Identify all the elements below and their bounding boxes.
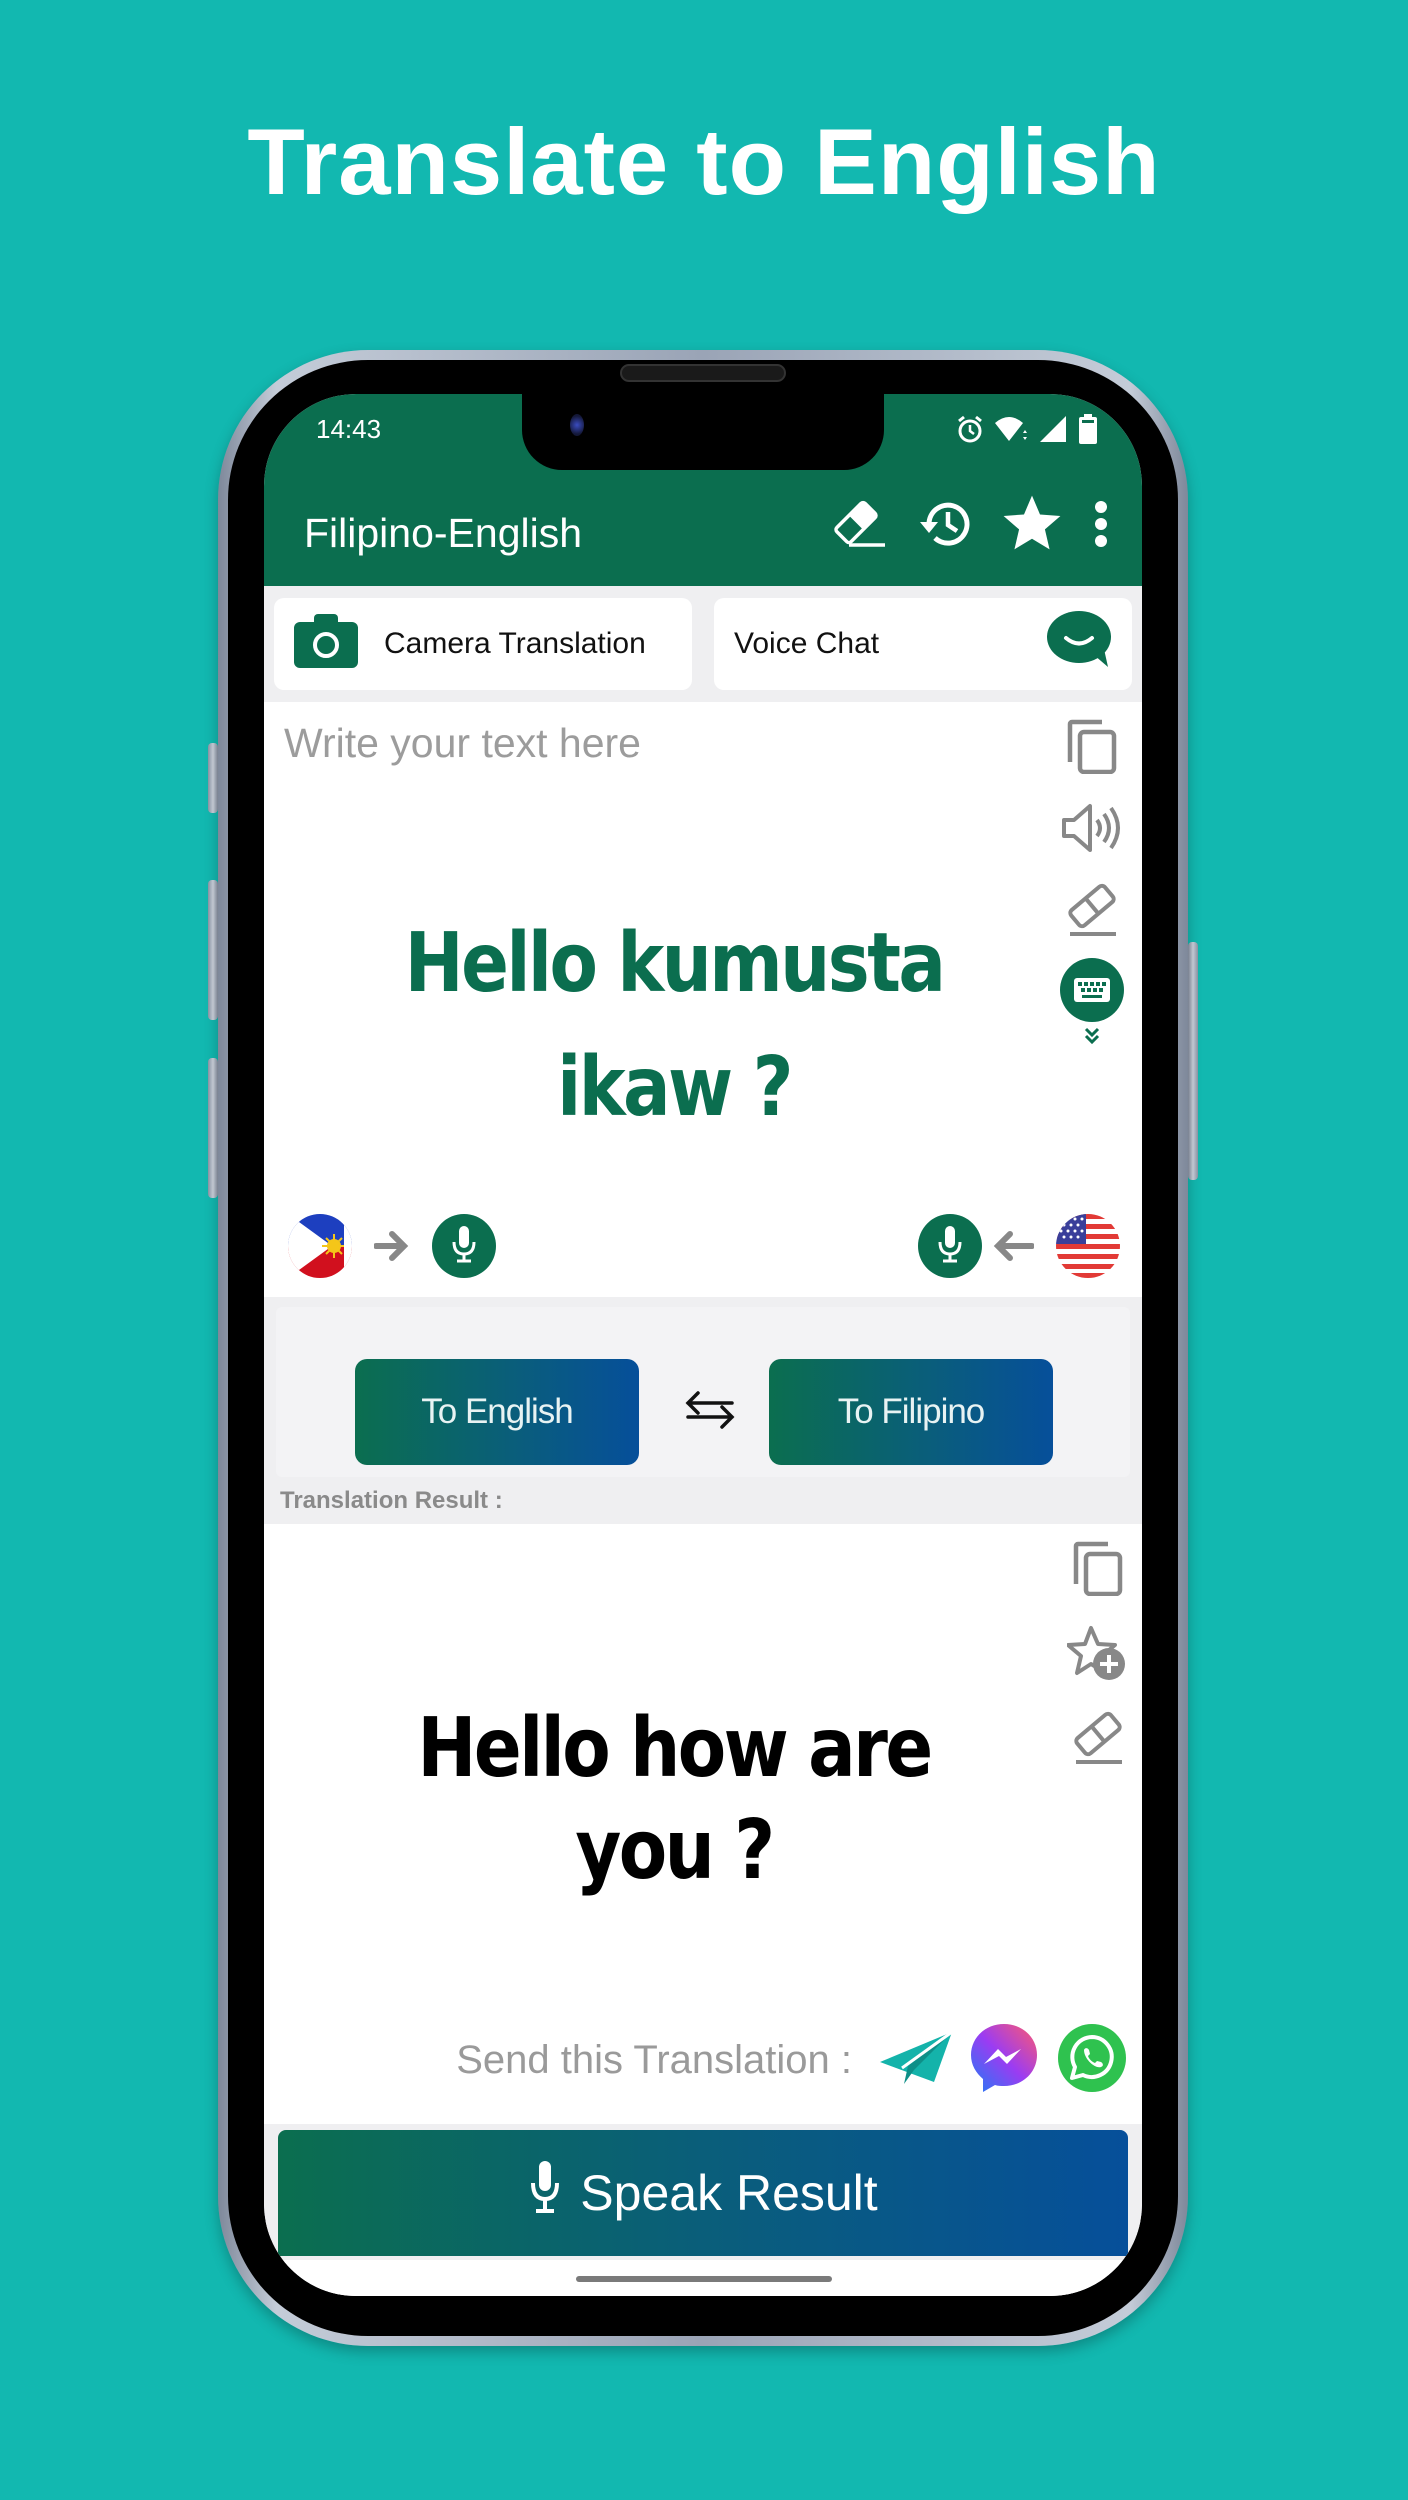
translation-result-text: Hello how are you ? [417, 1701, 933, 1898]
clear-source-button[interactable] [1060, 880, 1124, 944]
swap-languages-icon[interactable] [682, 1389, 738, 1438]
translation-result-label: Translation Result : [280, 1487, 503, 1514]
voice-input-row [264, 1190, 1142, 1294]
history-button[interactable] [914, 494, 978, 558]
filipino-mic-button[interactable] [432, 1214, 496, 1278]
arrow-left-icon [990, 1230, 1035, 1267]
share-button[interactable] [878, 2024, 954, 2096]
microphone-icon [528, 2159, 562, 2227]
phone-volume-down-button [208, 1058, 218, 1198]
add-favorite-button[interactable] [1066, 1624, 1130, 1688]
signal-icon [1038, 415, 1068, 443]
to-english-button[interactable]: To English [355, 1359, 639, 1465]
home-indicator[interactable] [576, 2276, 832, 2282]
source-tools [1060, 716, 1124, 1048]
favorites-button[interactable] [1000, 494, 1064, 558]
phone-screen: 14:43 Filipino-English Camera Translatio… [264, 394, 1142, 2296]
to-filipino-button[interactable]: To Filipino [769, 1359, 1053, 1465]
feature-bar: Camera Translation Voice Chat [264, 586, 1142, 702]
send-translation-label: Send this Translation : [456, 2037, 852, 2082]
more-vert-icon [1094, 500, 1108, 553]
star-icon [1001, 494, 1063, 559]
copy-icon [1072, 1540, 1124, 1601]
messenger-icon [969, 2022, 1039, 2099]
copy-source-button[interactable] [1060, 716, 1124, 780]
keyboard-toggle-button[interactable] [1060, 958, 1124, 1050]
promo-headline: Translate to English [247, 109, 1161, 214]
history-icon [917, 495, 975, 558]
speak-source-button[interactable] [1060, 798, 1124, 862]
speaker-icon [1061, 802, 1123, 859]
chevron-double-down-icon [1083, 1027, 1101, 1050]
app-toolbar [828, 494, 1116, 558]
camera-icon [294, 612, 358, 676]
clear-result-button[interactable] [1066, 1708, 1130, 1772]
whatsapp-share-button[interactable] [1056, 2023, 1128, 2098]
microphone-icon [935, 1224, 965, 1269]
phone-power-button [1188, 942, 1198, 1180]
phone-volume-up-button [208, 880, 218, 1020]
display-notch [522, 394, 884, 470]
share-row: Send this Translation : [456, 2022, 1128, 2099]
eraser-icon [1070, 1710, 1126, 1771]
status-time: 14:43 [316, 414, 382, 444]
app-title: Filipino-English [304, 510, 583, 556]
copy-icon [1066, 718, 1118, 779]
eraser-icon [1064, 882, 1120, 943]
translate-buttons-panel: To English To Filipino [276, 1307, 1130, 1477]
camera-translation-button[interactable]: Camera Translation [274, 598, 692, 690]
source-input-placeholder: Write your text here [284, 720, 641, 766]
paper-plane-icon [878, 2030, 954, 2091]
battery-icon [1078, 414, 1098, 444]
wifi-icon [994, 415, 1028, 443]
front-camera [570, 414, 584, 436]
camera-translation-label: Camera Translation [384, 627, 646, 660]
result-tools [1066, 1538, 1130, 1772]
voice-chat-label: Voice Chat [734, 627, 880, 660]
phone-mute-switch [208, 743, 218, 813]
status-icons [956, 414, 1098, 444]
microphone-icon [449, 1224, 479, 1269]
whatsapp-icon [1057, 2023, 1127, 2098]
source-input-text[interactable]: Hello kumusta ikaw ? [356, 902, 992, 1150]
more-options-button[interactable] [1086, 494, 1116, 558]
copy-result-button[interactable] [1066, 1538, 1130, 1602]
earpiece-speaker [620, 364, 786, 382]
eraser-icon [831, 499, 889, 554]
keyboard-icon [1060, 958, 1124, 1027]
voice-chat-button[interactable]: Voice Chat [714, 598, 1132, 690]
speak-result-label: Speak Result [580, 2165, 878, 2221]
clear-all-button[interactable] [828, 494, 892, 558]
english-mic-button[interactable] [918, 1214, 982, 1278]
add-favorite-icon [1066, 1624, 1129, 1689]
alarm-icon [956, 414, 984, 444]
usa-flag-icon [1056, 1214, 1120, 1278]
arrow-right-icon [373, 1230, 410, 1267]
result-area: Hello how are you ? Send this Translatio… [264, 1524, 1142, 2124]
translate-controls: To English To Filipino Translation Resul… [264, 1297, 1142, 1524]
chat-bubble-icon [1046, 611, 1112, 677]
speak-result-button[interactable]: Speak Result [278, 2130, 1128, 2256]
philippines-flag-icon [288, 1214, 352, 1278]
messenger-share-button[interactable] [968, 2022, 1040, 2099]
